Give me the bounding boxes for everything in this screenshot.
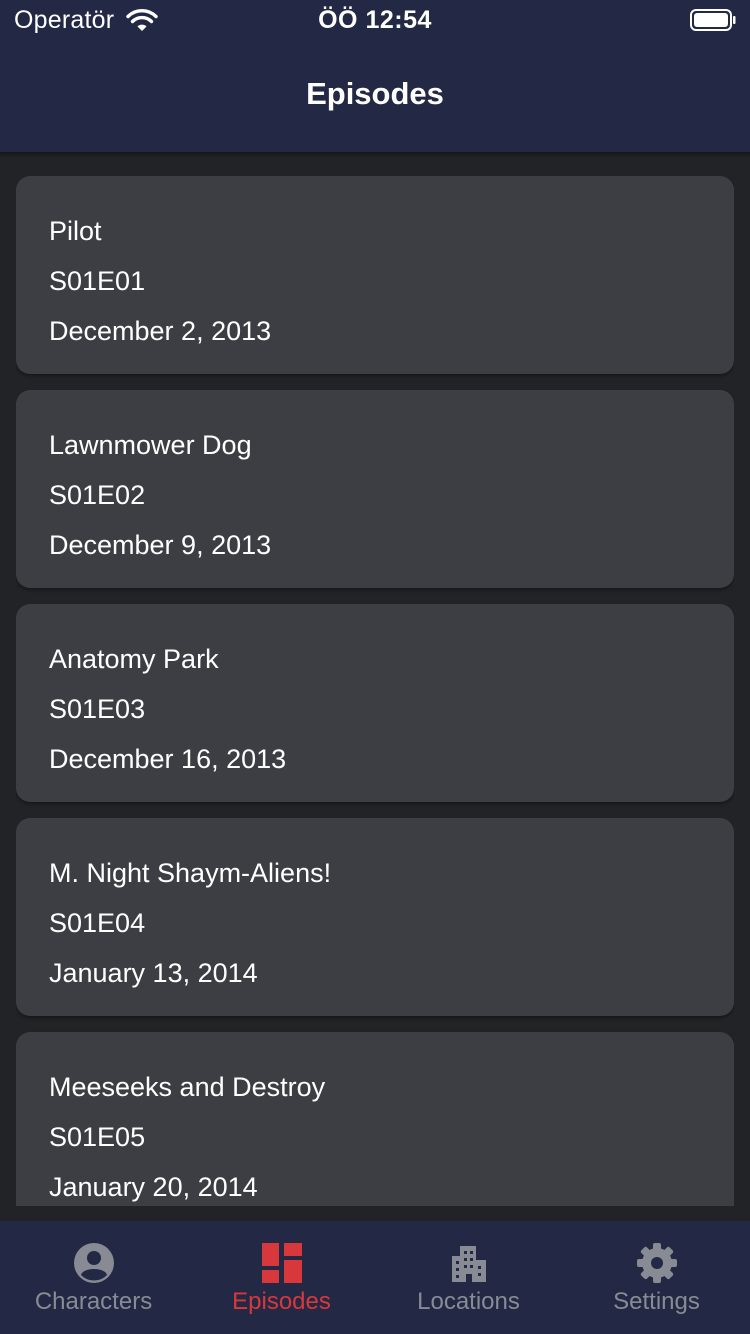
episode-air-date: December 2, 2013 [49,316,272,346]
episode-card[interactable]: Meeseeks and Destroy S01E05 January 20, … [16,1032,734,1206]
dashboard-icon [261,1243,302,1283]
episode-name: Meeseeks and Destroy [49,1072,326,1102]
episode-air-date: January 20, 2014 [49,1172,258,1202]
episode-code: S01E04 [49,908,146,938]
episode-list[interactable]: Pilot S01E01 December 2, 2013 Lawnmower … [16,176,734,1206]
tab-episodes[interactable]: Episodes [188,1221,375,1334]
episode-name: Pilot [49,216,102,246]
episodes-screen: Operatör ÖÖ 12:54 Episodes Pilot S01E01 … [0,0,750,1334]
tab-episodes-label: Episodes [232,1288,331,1315]
episode-card[interactable]: Lawnmower Dog S01E02 December 9, 2013 [16,390,734,588]
tab-settings-label: Settings [613,1288,700,1315]
gear-icon [636,1243,677,1283]
tab-bar: Characters Episodes Locations Settings [0,1221,750,1334]
person-icon [73,1243,114,1283]
status-bar: Operatör ÖÖ 12:54 [0,0,750,40]
tab-locations[interactable]: Locations [375,1221,562,1334]
episode-air-date: January 13, 2014 [49,958,258,988]
episode-air-date: December 9, 2013 [49,530,272,560]
episode-name: Anatomy Park [49,644,219,674]
episode-name: M. Night Shaym-Aliens! [49,858,332,888]
episode-card[interactable]: Pilot S01E01 December 2, 2013 [16,176,734,374]
episode-code: S01E01 [49,266,146,296]
episode-code: S01E02 [49,480,146,510]
episode-card[interactable]: M. Night Shaym-Aliens! S01E04 January 13… [16,818,734,1016]
episode-code: S01E05 [49,1122,146,1152]
tab-characters-label: Characters [34,1288,153,1315]
navigation-header: Operatör ÖÖ 12:54 Episodes [0,0,750,152]
header-shadow [0,152,750,158]
episode-code: S01E03 [49,694,146,724]
tab-locations-label: Locations [417,1288,520,1315]
episode-name: Lawnmower Dog [49,430,252,460]
episode-card[interactable]: Anatomy Park S01E03 December 16, 2013 [16,604,734,802]
status-time: ÖÖ 12:54 [318,6,432,34]
tab-characters[interactable]: Characters [0,1221,187,1334]
episode-air-date: December 16, 2013 [49,744,287,774]
page-title: Episodes [306,76,444,111]
building-icon [451,1246,486,1282]
battery-icon [690,9,736,31]
tab-settings[interactable]: Settings [563,1221,750,1334]
